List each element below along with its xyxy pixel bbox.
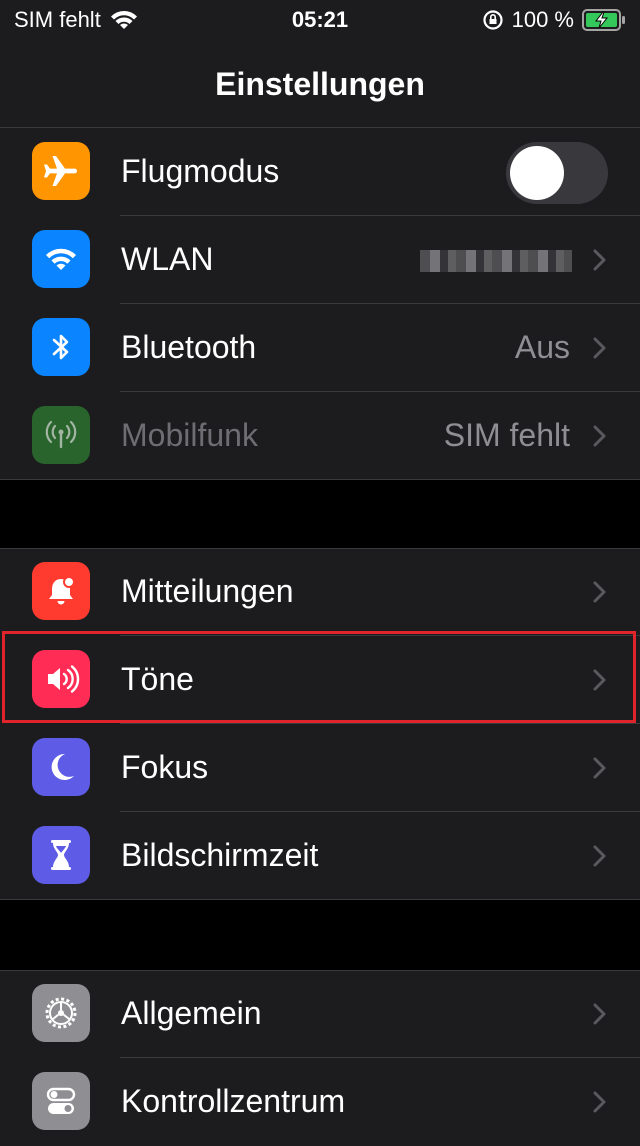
settings-row-bildschirmzeit[interactable]: Bildschirmzeit [0, 812, 640, 900]
moon-icon [32, 738, 90, 796]
settings-row-wlan[interactable]: WLAN [0, 216, 640, 304]
settings-row-fokus[interactable]: Fokus [0, 724, 640, 812]
network-name-redacted [420, 250, 572, 272]
row-label: Flugmodus [121, 153, 280, 189]
airplane-icon [32, 142, 90, 200]
battery-percent: 100 % [511, 7, 574, 32]
status-bar: SIM fehlt 05:21 100 % [0, 0, 640, 42]
row-label: Fokus [121, 749, 209, 785]
row-value: SIM fehlt [443, 417, 570, 453]
settings-row-toene[interactable]: Töne [0, 636, 640, 724]
row-label: Töne [121, 661, 194, 697]
settings-row-mobilfunk[interactable]: Mobilfunk SIM fehlt [0, 392, 640, 480]
row-value: Aus [514, 329, 570, 365]
group-bottom-border [0, 479, 640, 480]
chevron-right-icon [593, 757, 606, 779]
row-label: Allgemein [121, 995, 262, 1031]
status-right: 100 % [482, 7, 626, 33]
chevron-right-icon [593, 425, 606, 447]
chevron-right-icon [593, 581, 606, 603]
chevron-right-icon [593, 669, 606, 691]
row-label: Mobilfunk [121, 417, 258, 453]
antenna-icon [32, 406, 90, 464]
row-label: Bildschirmzeit [121, 837, 319, 873]
navigation-bar: Einstellungen [0, 42, 640, 128]
settings-row-flugmodus[interactable]: Flugmodus [0, 128, 640, 216]
settings-group-notifications: Mitteilungen Töne Fokus Bildschirmzeit [0, 548, 640, 900]
gear-icon [32, 984, 90, 1042]
bluetooth-icon [32, 318, 90, 376]
toggle-knob [510, 146, 564, 200]
group-bottom-border [0, 899, 640, 900]
settings-group-connectivity: Flugmodus WLAN Bluetooth Aus Mobilfunk S… [0, 128, 640, 480]
settings-group-general: Allgemein Kontrollzentrum [0, 970, 640, 1146]
row-label: Kontrollzentrum [121, 1083, 346, 1119]
chevron-right-icon [593, 1003, 606, 1025]
settings-row-mitteilungen[interactable]: Mitteilungen [0, 548, 640, 636]
chevron-right-icon [593, 337, 606, 359]
row-label: Bluetooth [121, 329, 257, 365]
settings-row-allgemein[interactable]: Allgemein [0, 970, 640, 1058]
chevron-right-icon [593, 1091, 606, 1113]
row-label: WLAN [121, 241, 214, 277]
settings-row-kontrollzentrum[interactable]: Kontrollzentrum [0, 1058, 640, 1146]
hourglass-icon [32, 826, 90, 884]
wifi-icon [32, 230, 90, 288]
control-switches-icon [32, 1072, 90, 1130]
chevron-right-icon [593, 249, 606, 271]
notification-bell-icon [32, 562, 90, 620]
row-label: Mitteilungen [121, 573, 294, 609]
page-title: Einstellungen [215, 66, 425, 102]
chevron-right-icon [593, 845, 606, 867]
settings-row-bluetooth[interactable]: Bluetooth Aus [0, 304, 640, 392]
rotation-lock-icon [483, 10, 503, 30]
battery-charging-icon [582, 9, 625, 31]
speaker-icon [32, 650, 90, 708]
flugmodus-toggle[interactable] [506, 142, 608, 204]
